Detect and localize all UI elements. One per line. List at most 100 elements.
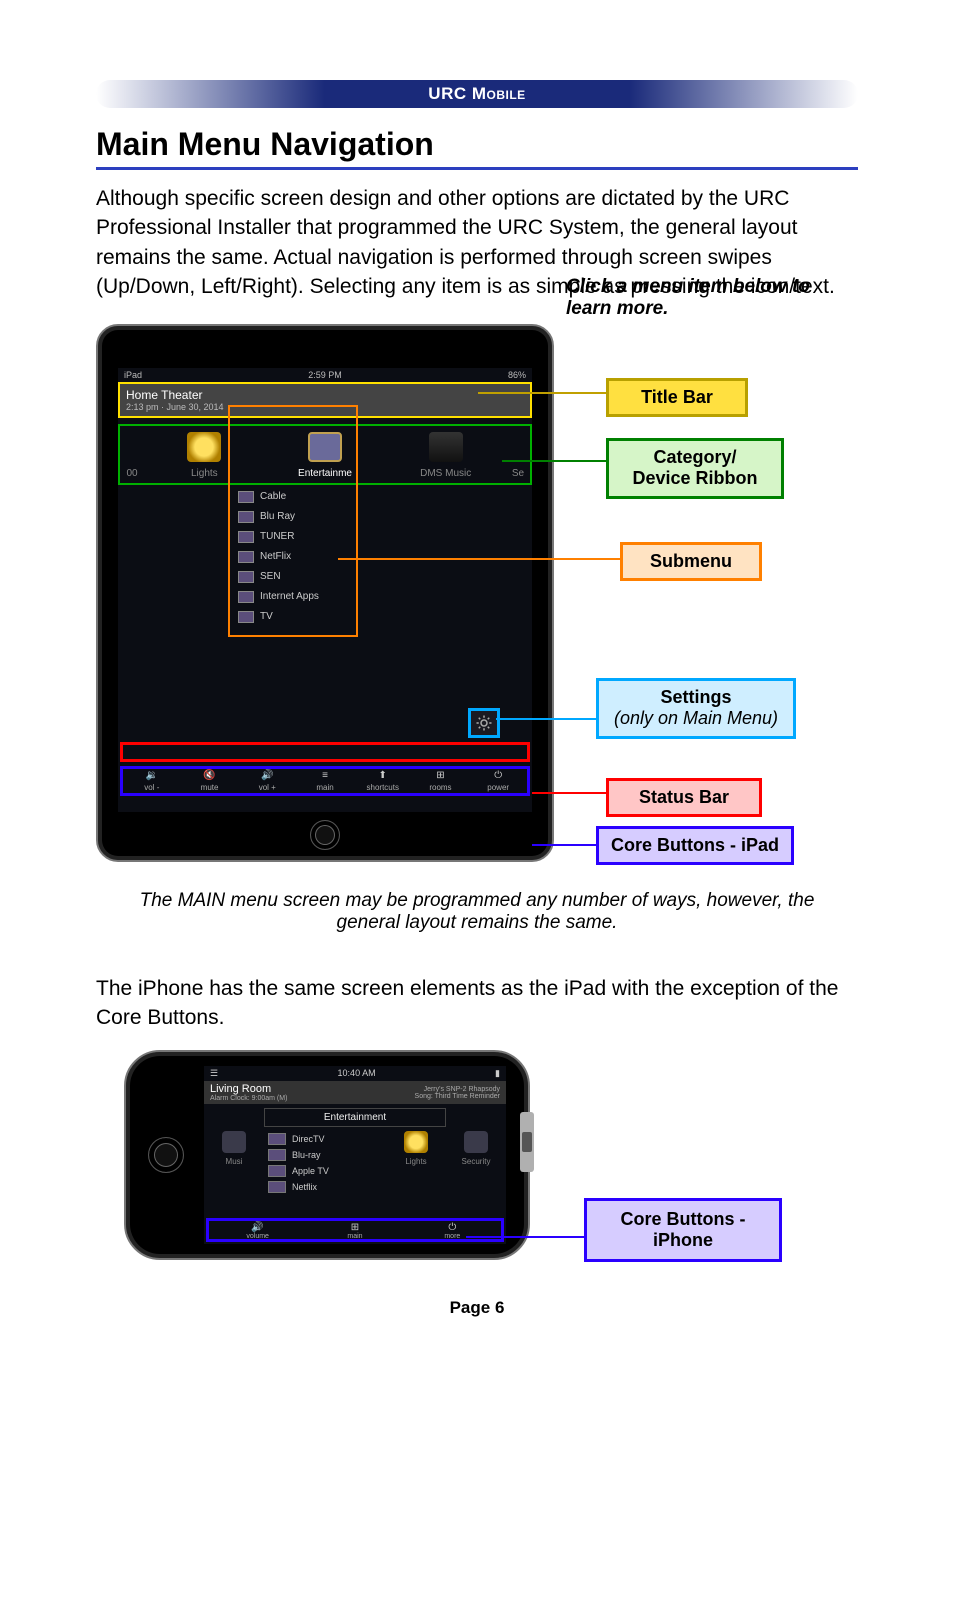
core-buttons-iphone: 🔊volume ⊞main ⏻more	[206, 1218, 504, 1242]
ipad-battery: 86%	[508, 370, 526, 380]
header-ribbon: URC Mobile	[96, 80, 858, 108]
leader-line	[338, 558, 620, 560]
submenu-item[interactable]: DirecTV	[264, 1131, 386, 1147]
iphone-ios-status: ☰ 10:40 AM ▮	[204, 1066, 506, 1081]
ribbon-side-security[interactable]: Security	[446, 1131, 506, 1195]
iphone-submenu: DirecTV Blu-ray Apple TV Netflix	[264, 1131, 386, 1195]
ipad-device-frame: iPad 2:59 PM 86% Home Theater 2:13 pm · …	[96, 324, 554, 862]
legend-title-bar[interactable]: Title Bar	[606, 378, 748, 418]
core-main[interactable]: ⊞main	[306, 1221, 403, 1239]
core-mute[interactable]: 🔇mute	[181, 769, 239, 793]
thumb-icon	[238, 511, 254, 523]
iphone-alarm: Alarm Clock: 9:00am (M)	[210, 1095, 287, 1102]
iphone-side-switch	[520, 1112, 534, 1172]
core-buttons-ipad: 🔉vol - 🔇mute 🔊vol + ≡main ⬆shortcuts ⊞ro…	[120, 766, 530, 796]
iphone-paragraph: The iPhone has the same screen elements …	[96, 974, 858, 1033]
submenu-item[interactable]: Blu Ray	[230, 507, 356, 527]
entertainment-label[interactable]: Entertainment	[264, 1108, 446, 1127]
lock-icon	[464, 1131, 488, 1153]
submenu-highlight: Cable Blu Ray TUNER NetFlix SEN Internet…	[228, 483, 358, 637]
ribbon-side-lights[interactable]: Lights	[386, 1131, 446, 1195]
thumb-icon	[268, 1165, 286, 1177]
settings-button[interactable]	[468, 708, 500, 738]
core-vol-up[interactable]: 🔊vol +	[238, 769, 296, 793]
click-hint: Click a menu item below to learn more.	[566, 276, 816, 320]
leader-line	[502, 460, 606, 462]
leader-line	[466, 1236, 584, 1238]
arrow-up-icon: ⬆	[379, 770, 387, 781]
submenu-item[interactable]: Apple TV	[264, 1163, 386, 1179]
thumb-icon	[238, 491, 254, 503]
thumb-icon	[268, 1133, 286, 1145]
thumb-icon	[238, 551, 254, 563]
lightbulb-icon	[404, 1131, 428, 1153]
speaker-high-icon: 🔊	[261, 770, 273, 781]
leader-line	[532, 792, 606, 794]
legend-settings-note: (only on Main Menu)	[609, 708, 783, 730]
submenu-item[interactable]: Netflix	[264, 1179, 386, 1195]
room-name: Home Theater	[126, 388, 524, 402]
music-icon	[222, 1131, 246, 1153]
submenu-item[interactable]: Internet Apps	[230, 587, 356, 607]
grid-icon: ⊞	[436, 770, 444, 781]
iphone-device-frame: ☰ 10:40 AM ▮ Living Room Alarm Clock: 9:…	[124, 1050, 530, 1260]
grid-icon: ⊞	[351, 1222, 359, 1233]
thumb-icon	[268, 1149, 286, 1161]
leader-line	[532, 844, 596, 846]
iphone-ribbon-row: Musi DirecTV Blu-ray Apple TV Netflix Li…	[204, 1131, 506, 1195]
wifi-icon: ☰	[210, 1068, 218, 1079]
legend-status-bar[interactable]: Status Bar	[606, 778, 762, 818]
ribbon-side-music[interactable]: Musi	[204, 1131, 264, 1195]
battery-icon: ▮	[495, 1068, 500, 1079]
iphone-screen: ☰ 10:40 AM ▮ Living Room Alarm Clock: 9:…	[204, 1066, 506, 1244]
submenu-item[interactable]: NetFlix	[230, 547, 356, 567]
now-playing-1: Jerry's SNP-2 Rhapsody	[415, 1086, 500, 1093]
core-rooms[interactable]: ⊞rooms	[412, 769, 470, 793]
leader-line	[478, 392, 606, 394]
core-vol-down[interactable]: 🔉vol -	[123, 769, 181, 793]
thumb-icon	[238, 571, 254, 583]
iphone-title-bar[interactable]: Living Room Alarm Clock: 9:00am (M) Jerr…	[204, 1081, 506, 1104]
iphone-clock: 10:40 AM	[338, 1068, 376, 1079]
core-volume[interactable]: 🔊volume	[209, 1221, 306, 1239]
speaker-icon: 🔊	[251, 1222, 263, 1233]
ipad-figure: Click a menu item below to learn more. i…	[96, 324, 858, 872]
core-power[interactable]: ⏻power	[469, 769, 527, 793]
core-shortcuts[interactable]: ⬆shortcuts	[354, 769, 412, 793]
mute-icon: 🔇	[203, 770, 215, 781]
gear-icon	[475, 714, 493, 732]
legend-settings-title: Settings	[660, 687, 731, 707]
ribbon-item-dms-music[interactable]: DMS Music	[385, 430, 506, 479]
thumb-icon	[238, 531, 254, 543]
submenu-item[interactable]: Cable	[230, 487, 356, 507]
lightbulb-icon	[187, 432, 221, 462]
title-underline	[96, 167, 858, 170]
leader-line	[496, 718, 596, 720]
legend-submenu[interactable]: Submenu	[620, 542, 762, 582]
iphone-room: Living Room	[210, 1083, 287, 1095]
now-playing-2: Song: Third Time Reminder	[415, 1093, 500, 1100]
submenu-item[interactable]: TUNER	[230, 527, 356, 547]
page-number: Page 6	[96, 1298, 858, 1318]
legend-settings[interactable]: Settings (only on Main Menu)	[596, 678, 796, 739]
page-title: Main Menu Navigation	[96, 126, 858, 163]
iphone-home-button[interactable]	[148, 1137, 184, 1173]
thumb-icon	[268, 1181, 286, 1193]
legend-core-iphone[interactable]: Core Buttons - iPhone	[584, 1198, 782, 1262]
music-icon	[429, 432, 463, 462]
ipad-home-button[interactable]	[310, 820, 340, 850]
ipad-clock: 2:59 PM	[308, 370, 342, 380]
power-plus-icon: ⏻	[448, 1222, 456, 1233]
ribbon-edge-left: 00	[120, 430, 144, 479]
legend-category-ribbon[interactable]: Category/ Device Ribbon	[606, 438, 784, 499]
ipad-carrier: iPad	[124, 370, 142, 380]
submenu-item[interactable]: Blu-ray	[264, 1147, 386, 1163]
ribbon-edge-right: Se	[506, 430, 530, 479]
thumb-icon	[238, 611, 254, 623]
submenu-item[interactable]: SEN	[230, 567, 356, 587]
menu-icon: ≡	[322, 770, 328, 781]
status-bar-highlight[interactable]	[120, 742, 530, 762]
legend-core-ipad[interactable]: Core Buttons - iPad	[596, 826, 794, 866]
submenu-item[interactable]: TV	[230, 607, 356, 627]
core-main[interactable]: ≡main	[296, 769, 354, 793]
